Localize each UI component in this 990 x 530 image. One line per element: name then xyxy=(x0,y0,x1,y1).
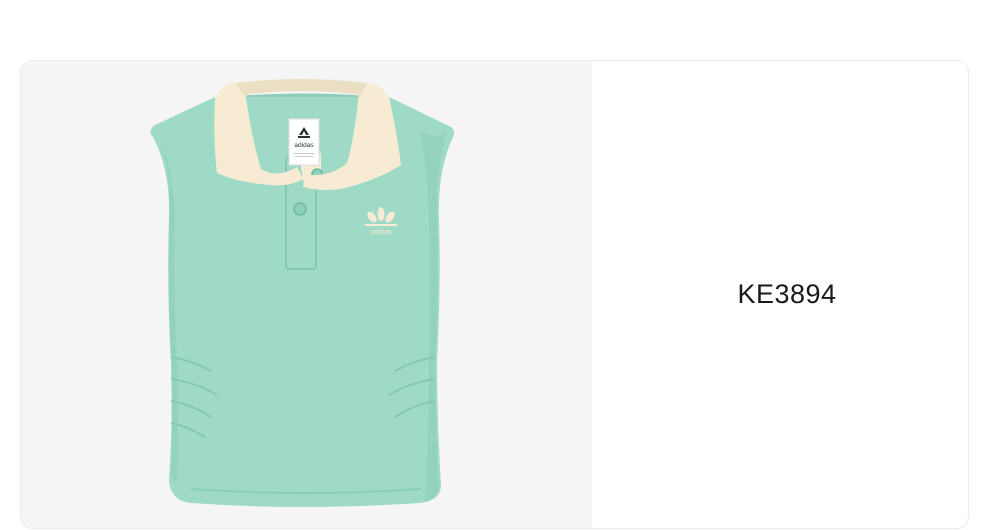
product-image[interactable]: adidas adidas xyxy=(21,61,592,528)
chest-logo-text: adidas xyxy=(371,229,392,236)
product-card[interactable]: adidas adidas KE3894 xyxy=(21,61,968,528)
neck-label-brand: adidas xyxy=(294,142,314,149)
sleeveless-polo-top-illustration: adidas adidas xyxy=(150,79,455,507)
article-code: KE3894 xyxy=(737,279,837,309)
product-info: KE3894 xyxy=(592,61,968,528)
button-bottom xyxy=(293,202,307,216)
